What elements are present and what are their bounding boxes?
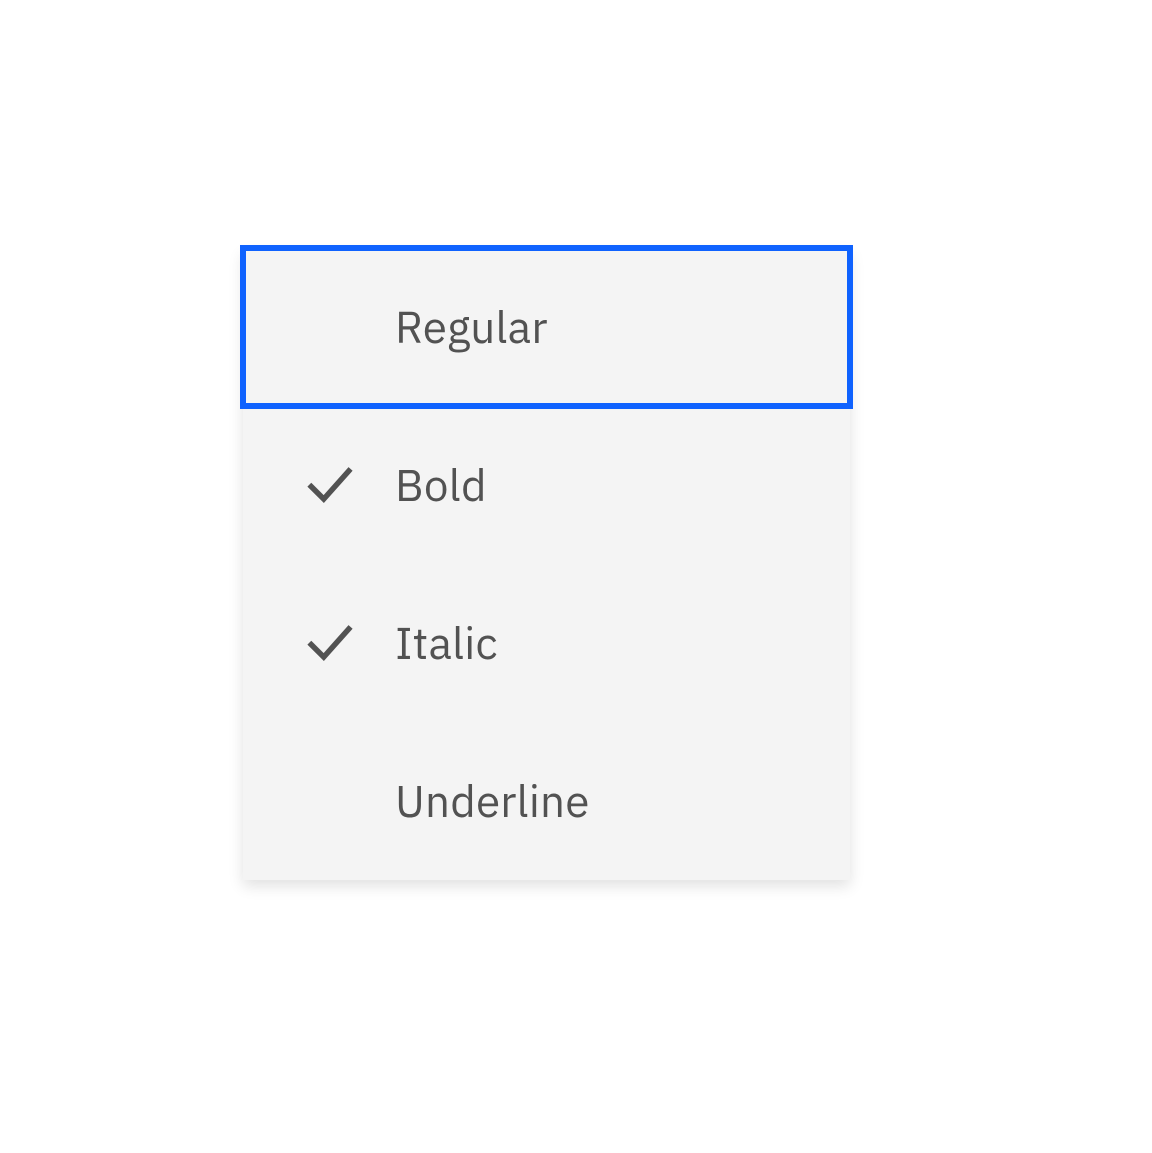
check-icon-slot (305, 460, 395, 510)
text-style-menu: Regular Bold Italic Underline (243, 248, 850, 880)
menu-item-label: Bold (395, 457, 487, 514)
check-icon-slot (305, 618, 395, 668)
menu-item-regular[interactable]: Regular (243, 248, 850, 406)
menu-item-label: Underline (395, 773, 590, 830)
menu-item-label: Regular (395, 299, 548, 356)
checkmark-icon (305, 460, 355, 510)
menu-item-bold[interactable]: Bold (243, 406, 850, 564)
menu-item-label: Italic (395, 615, 498, 672)
menu-item-underline[interactable]: Underline (243, 722, 850, 880)
menu-item-italic[interactable]: Italic (243, 564, 850, 722)
checkmark-icon (305, 618, 355, 668)
